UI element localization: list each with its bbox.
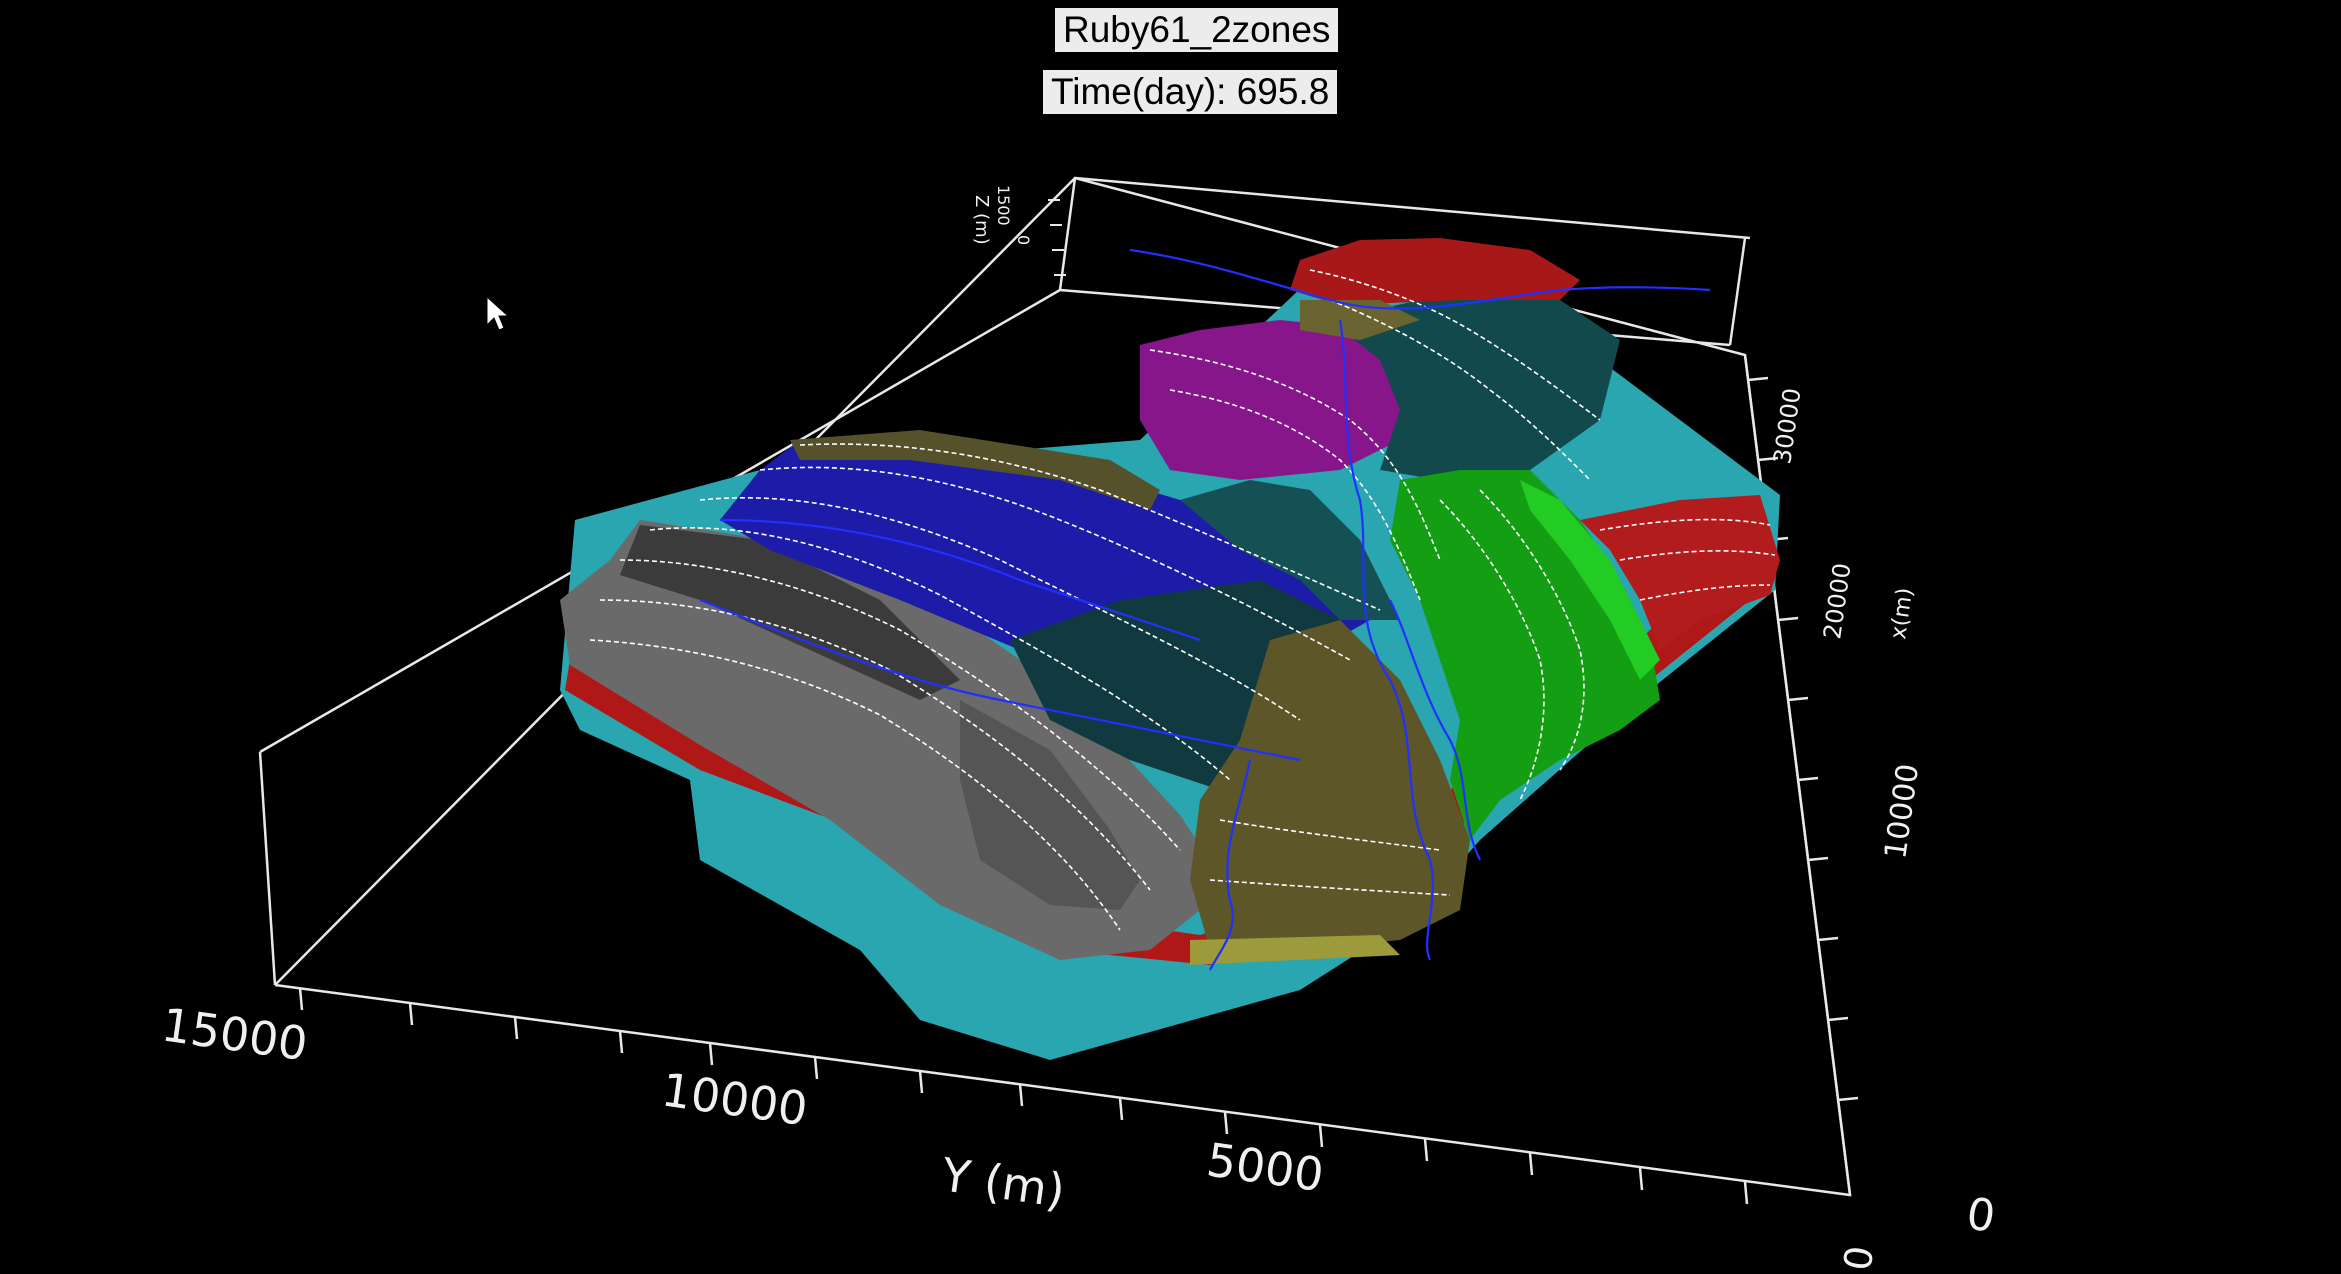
z-tick-label-group-2: 0 [1014,235,1033,245]
y-tick-5000: 5000 [1203,1132,1326,1202]
y-tick-15000: 15000 [158,997,310,1071]
zone-red-top [1290,238,1580,305]
y-axis-title: Y (m) [937,1147,1068,1218]
x-tick-0: 0 [1835,1243,1882,1273]
z-axis-title: Z (m) [971,195,992,245]
z-axis-labels: Z (m) 1500 0 [971,185,1033,245]
x-tick-30000: 30000 [1768,386,1806,466]
z-tick-label-group: 1500 [994,185,1013,226]
x-axis-title: x(m) [1886,586,1918,641]
3d-model-viewport[interactable]: 15000 10000 5000 Y (m) 0 30000 20000 x(m… [0,0,2341,1274]
x-tick-20000: 20000 [1818,561,1856,641]
x-axis-labels: 30000 20000 x(m) 10000 0 [1768,386,1926,1273]
y-tick-10000: 10000 [658,1062,810,1136]
y-tick-0: 0 [1963,1188,1998,1242]
mouse-pointer-icon [486,295,510,331]
x-tick-10000: 10000 [1878,762,1926,861]
